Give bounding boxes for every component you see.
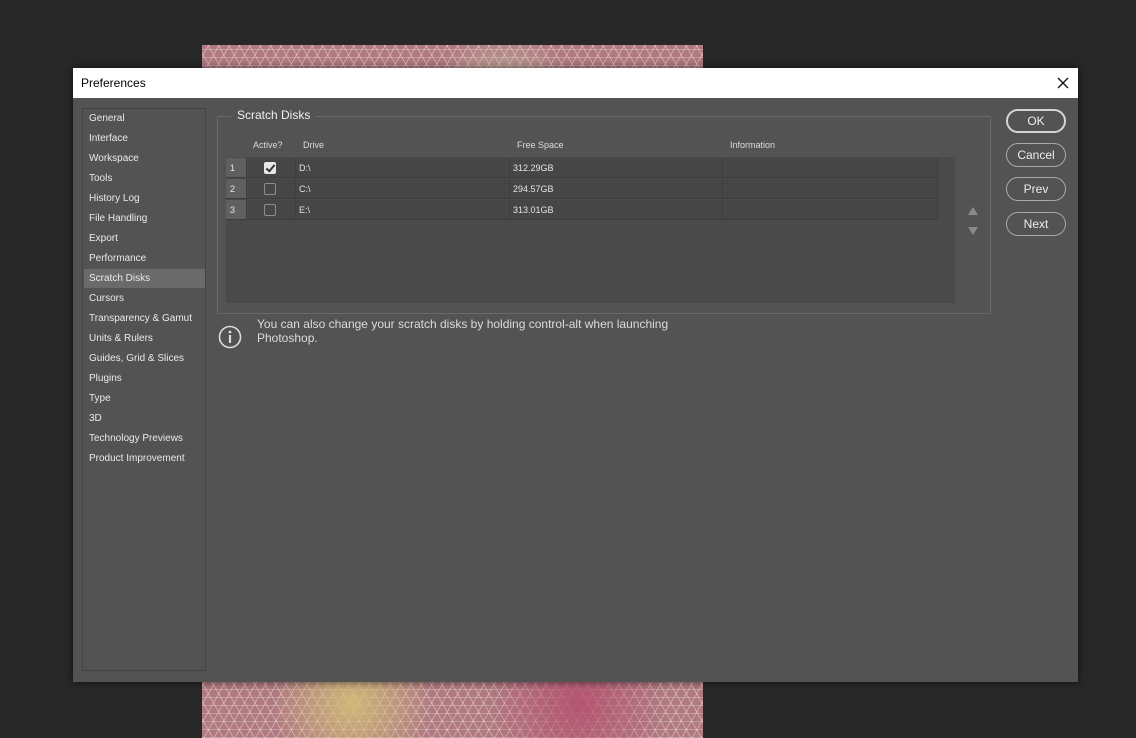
sidebar-item-transparency-gamut[interactable]: Transparency & Gamut [84, 309, 205, 328]
row-number: 1 [226, 158, 247, 178]
information-cell [723, 179, 938, 199]
move-up-arrow-icon[interactable] [968, 207, 978, 215]
dialog-title: Preferences [81, 76, 146, 90]
active-checkbox[interactable] [264, 162, 276, 174]
sidebar-item-guides-grid-slices[interactable]: Guides, Grid & Slices [84, 349, 205, 368]
preferences-sidebar: General Interface Workspace Tools Histor… [82, 108, 206, 671]
active-checkbox[interactable] [264, 204, 276, 216]
drive-cell: C:\ [296, 179, 510, 199]
preferences-dialog: Preferences General Interface Workspace … [73, 68, 1078, 682]
close-button[interactable] [1048, 68, 1078, 98]
active-cell [248, 158, 296, 178]
active-cell [248, 179, 296, 199]
sidebar-item-cursors[interactable]: Cursors [84, 289, 205, 308]
active-checkbox[interactable] [264, 183, 276, 195]
column-header-information: Information [730, 140, 776, 150]
prev-button[interactable]: Prev [1006, 177, 1066, 201]
free-space-cell: 294.57GB [510, 179, 723, 199]
sidebar-item-technology-previews[interactable]: Technology Previews [84, 429, 205, 448]
sidebar-item-export[interactable]: Export [84, 229, 205, 248]
sidebar-item-3d[interactable]: 3D [84, 409, 205, 428]
sidebar-item-plugins[interactable]: Plugins [84, 369, 205, 388]
column-header-free-space: Free Space [517, 140, 564, 150]
sidebar-item-tools[interactable]: Tools [84, 169, 205, 188]
move-down-arrow-icon[interactable] [968, 227, 978, 235]
title-bar: Preferences [73, 68, 1078, 98]
information-cell [723, 200, 938, 220]
column-header-active: Active? [253, 140, 283, 150]
drive-cell: D:\ [296, 158, 510, 178]
drive-cell: E:\ [296, 200, 510, 220]
row-number: 3 [226, 200, 247, 220]
sidebar-item-history-log[interactable]: History Log [84, 189, 205, 208]
sidebar-item-scratch-disks[interactable]: Scratch Disks [84, 269, 205, 288]
info-message: You can also change your scratch disks b… [257, 317, 669, 345]
info-icon [218, 325, 242, 349]
column-header-drive: Drive [303, 140, 325, 150]
sidebar-item-product-improvement[interactable]: Product Improvement [84, 449, 205, 468]
sidebar-item-units-rulers[interactable]: Units & Rulers [84, 329, 205, 348]
sidebar-item-interface[interactable]: Interface [84, 129, 205, 148]
active-cell [248, 200, 296, 220]
sidebar-item-general[interactable]: General [84, 109, 205, 128]
ok-button[interactable]: OK [1006, 109, 1066, 133]
sidebar-item-type[interactable]: Type [84, 389, 205, 408]
next-button[interactable]: Next [1006, 212, 1066, 236]
sidebar-item-file-handling[interactable]: File Handling [84, 209, 205, 228]
information-cell [723, 158, 938, 178]
close-icon [1057, 77, 1069, 89]
free-space-cell: 312.29GB [510, 158, 723, 178]
table-row[interactable]: 2 C:\ 294.57GB [226, 179, 938, 199]
sidebar-item-performance[interactable]: Performance [84, 249, 205, 268]
sidebar-item-workspace[interactable]: Workspace [84, 149, 205, 168]
scratch-disks-table: 1 D:\ 312.29GB 2 C:\ 294.57GB 3 E:\ 313.… [226, 157, 955, 303]
scratch-disks-title: Scratch Disks [231, 108, 317, 122]
table-row[interactable]: 1 D:\ 312.29GB [226, 158, 938, 178]
table-row[interactable]: 3 E:\ 313.01GB [226, 200, 938, 220]
free-space-cell: 313.01GB [510, 200, 723, 220]
cancel-button[interactable]: Cancel [1006, 143, 1066, 167]
row-number: 2 [226, 179, 247, 199]
